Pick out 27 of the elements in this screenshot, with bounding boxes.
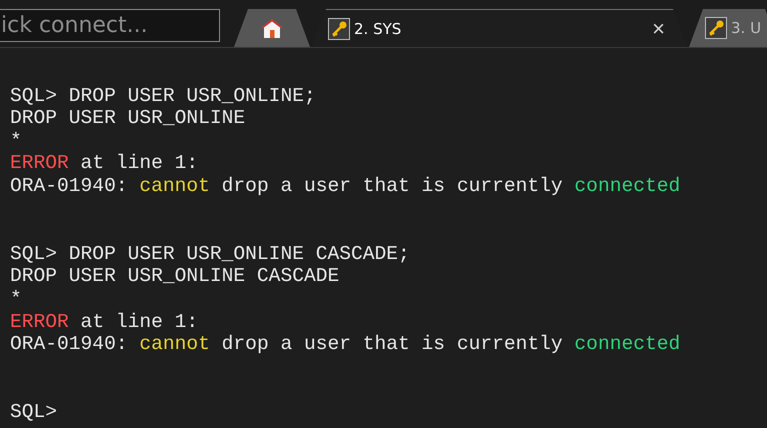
- highlighted-text: ERROR: [10, 310, 69, 333]
- terminal-text: *: [10, 130, 22, 152]
- terminal-text: DROP USER USR_ONLINE CASCADE: [10, 265, 340, 288]
- session-tab[interactable]: 3. U: [689, 9, 767, 47]
- terminal-text: at line 1:: [80, 152, 198, 174]
- house-icon: [260, 17, 284, 39]
- terminal-text: drop a user that is currently: [220, 333, 564, 356]
- terminal-text: drop a user that is currently: [220, 174, 564, 197]
- terminal-text: SQL> DROP USER USR_ONLINE;: [10, 84, 316, 107]
- quick-connect-field[interactable]: ick connect...: [0, 9, 220, 42]
- highlighted-text: cannot: [139, 174, 210, 197]
- key-icon: [328, 18, 350, 40]
- terminal-text: SQL> DROP USER USR_ONLINE CASCADE;: [10, 242, 410, 265]
- tab-label: 3. U: [731, 19, 762, 37]
- terminal-text: *: [10, 288, 22, 310]
- terminal-text: SQL>: [10, 400, 58, 423]
- highlighted-text: ERROR: [10, 152, 69, 174]
- tab-label: 2. SYS: [354, 20, 402, 38]
- highlighted-text: connected: [574, 333, 680, 356]
- highlighted-text: connected: [574, 174, 680, 197]
- key-icon: [705, 17, 727, 39]
- terminal-text: ORA-01940:: [10, 174, 129, 197]
- highlighted-text: cannot: [139, 333, 210, 356]
- terminal-text: DROP USER USR_ONLINE: [10, 107, 246, 130]
- close-tab-button[interactable]: ×: [648, 16, 669, 42]
- terminal-text: ORA-01940:: [10, 333, 129, 356]
- terminal-text: at line 1:: [80, 310, 198, 333]
